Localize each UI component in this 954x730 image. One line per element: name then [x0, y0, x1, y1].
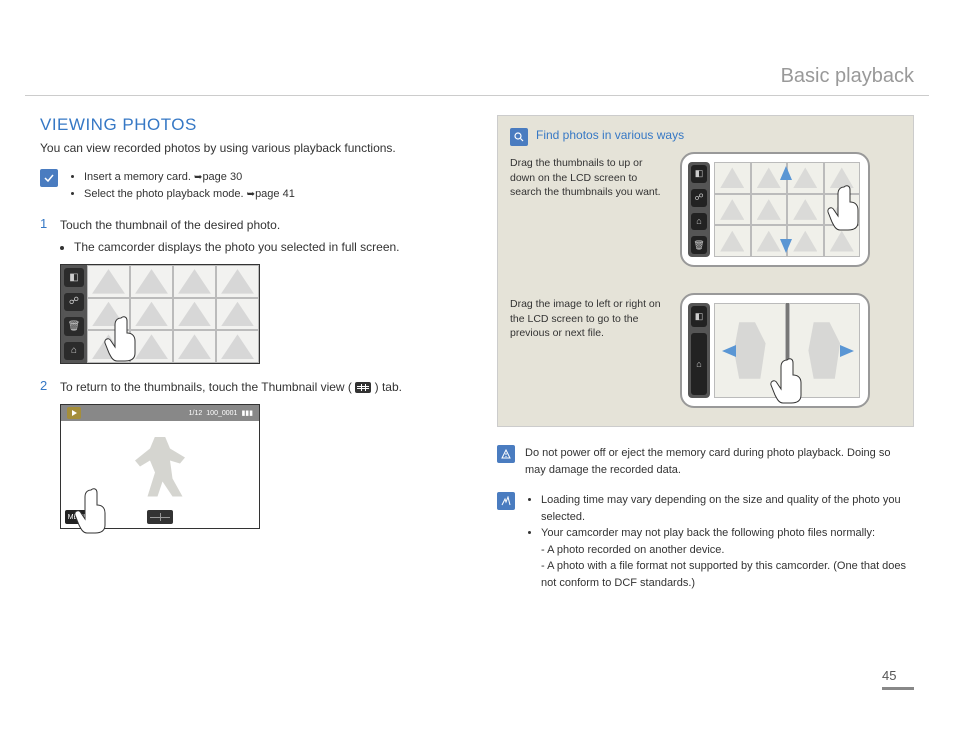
right-column: Find photos in various ways Drag the thu…	[497, 115, 914, 601]
left-column: VIEWING PHOTOS You can view recorded pho…	[40, 115, 457, 601]
mode-icon: ◧	[691, 306, 707, 327]
share-icon: ☍	[64, 293, 84, 312]
trash-icon: 🗑	[64, 317, 84, 336]
arrow-right-icon	[840, 345, 854, 357]
arrow-icon: ➥	[247, 189, 255, 200]
prerequisite-list: Insert a memory card. ➥ page 30 Select th…	[68, 169, 295, 202]
hand-pointer-icon	[824, 182, 874, 232]
photo-counter: 1/12	[189, 410, 203, 417]
warning-text: Do not power off or eject the memory car…	[525, 445, 914, 478]
arrow-left-icon	[722, 345, 736, 357]
tip-1-text: Drag the thumbnails to up or down on the…	[510, 156, 670, 200]
step-1-text: Touch the thumbnail of the desired photo…	[60, 216, 400, 234]
intro-text: You can view recorded photos by using va…	[40, 141, 457, 155]
home-icon: ⌂	[691, 333, 707, 395]
file-name: 100_0001	[206, 410, 237, 417]
warning-icon	[497, 445, 515, 463]
share-icon: ☍	[691, 189, 707, 207]
prereq-1b: page 30	[202, 171, 242, 183]
header-divider	[25, 95, 929, 96]
arrow-down-icon	[780, 239, 792, 253]
step-1-sub: The camcorder displays the photo you sel…	[74, 238, 400, 256]
device-figure-swipe: ◧ ⌂	[680, 293, 870, 408]
device-figure-scroll: ◧ ☍ ⌂ 🗑	[680, 152, 870, 267]
mode-icon: ◧	[64, 268, 84, 287]
step-number: 1	[40, 216, 50, 256]
info-note-2b: - A photo with a file format not support…	[541, 558, 914, 591]
prereq-1a: Insert a memory card.	[84, 171, 194, 183]
thumbnail-grid-figure: ◧ ☍ 🗑 ⌂	[60, 264, 260, 364]
checkmark-icon	[40, 169, 58, 187]
photo-silhouette	[135, 437, 185, 497]
step-2: 2 To return to the thumbnails, touch the…	[40, 378, 457, 396]
page-header: Basic playback	[781, 65, 914, 88]
tip-2-text: Drag the image to left or right on the L…	[510, 297, 670, 341]
prereq-2a: Select the photo playback mode.	[84, 188, 247, 200]
step-2-text-b: ) tab.	[375, 380, 402, 394]
tips-panel: Find photos in various ways Drag the thu…	[497, 115, 914, 427]
home-icon: ⌂	[691, 213, 707, 231]
thumbnail-view-button	[147, 510, 173, 524]
info-note-2: Your camcorder may not play back the fol…	[541, 527, 875, 539]
warning-note: Do not power off or eject the memory car…	[497, 445, 914, 478]
info-note-1: Loading time may vary depending on the s…	[541, 492, 914, 525]
info-icon	[497, 492, 515, 510]
hand-pointer-icon	[71, 485, 121, 535]
magnifier-icon	[510, 128, 528, 146]
thumbnail-view-icon	[355, 382, 371, 393]
tips-panel-title: Find photos in various ways	[536, 128, 684, 142]
mode-icon: ◧	[691, 165, 707, 183]
prereq-2b: page 41	[255, 188, 295, 200]
hand-pointer-icon	[767, 355, 817, 405]
step-2-text-a: To return to the thumbnails, touch the T…	[60, 380, 352, 394]
info-note-2a: - A photo recorded on another device.	[541, 544, 724, 556]
trash-icon: 🗑	[691, 236, 707, 254]
figure-sidebar: ◧ ☍ 🗑 ⌂	[61, 265, 87, 363]
step-number: 2	[40, 378, 50, 396]
play-icon	[67, 407, 81, 419]
fullscreen-figure: 1/12 100_0001 ▮▮▮ MENU	[60, 404, 260, 529]
arrow-up-icon	[780, 166, 792, 180]
info-note: Loading time may vary depending on the s…	[497, 492, 914, 591]
page-number: 45	[882, 668, 914, 690]
step-1: 1 Touch the thumbnail of the desired pho…	[40, 216, 457, 256]
battery-icon: ▮▮▮	[241, 409, 253, 417]
home-icon: ⌂	[64, 342, 84, 361]
section-title: VIEWING PHOTOS	[40, 115, 457, 135]
hand-pointer-icon	[101, 313, 151, 363]
prerequisite-note: Insert a memory card. ➥ page 30 Select th…	[40, 169, 457, 202]
